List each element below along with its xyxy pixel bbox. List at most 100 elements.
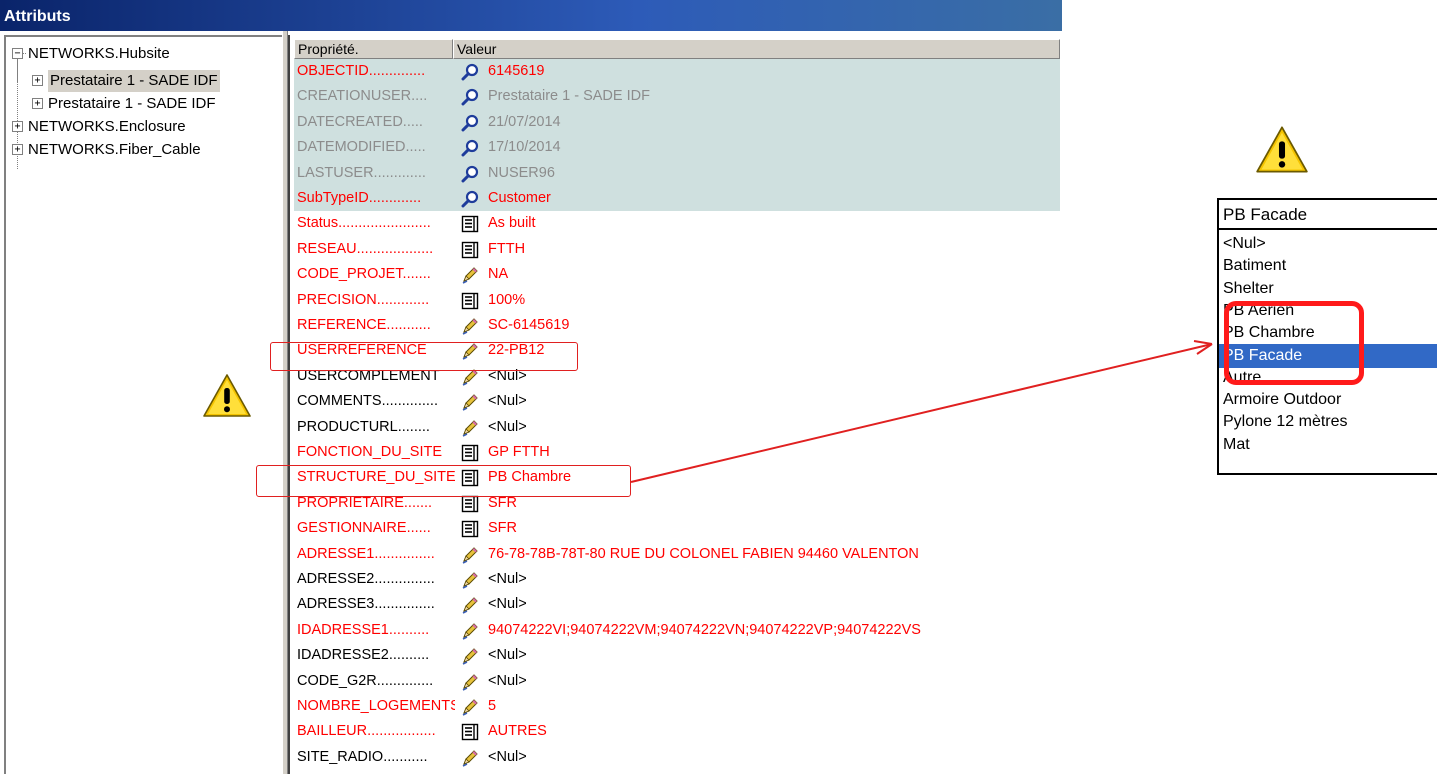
arrow-head: [1193, 340, 1213, 355]
attribute-value[interactable]: 6145619: [488, 59, 544, 84]
magnifier-icon: [461, 63, 479, 81]
attribute-name: Status.......................: [297, 215, 431, 232]
column-header-property[interactable]: Propriété.: [294, 39, 453, 59]
column-header-value[interactable]: Valeur: [453, 39, 1060, 59]
dropdown-option[interactable]: Shelter: [1219, 277, 1437, 301]
attribute-value[interactable]: AUTRES: [488, 719, 547, 744]
attribute-value[interactable]: 76-78-78B-78T-80 RUE DU COLONEL FABIEN 9…: [488, 542, 919, 567]
attribute-value[interactable]: 100%: [488, 288, 525, 313]
attribute-row[interactable]: GESTIONNAIRE...... SFR: [294, 516, 1060, 541]
dropdown-option[interactable]: Mat: [1219, 433, 1437, 457]
attribute-value[interactable]: NUSER96: [488, 161, 555, 186]
attribute-row[interactable]: SubTypeID............. Customer: [294, 186, 1060, 212]
attribute-row[interactable]: CREATIONUSER.... Prestataire 1 - SADE IDF: [294, 84, 1060, 110]
attribute-row[interactable]: CODE_PROJET....... NA: [294, 262, 1060, 287]
pencil-icon: [462, 572, 478, 589]
attribute-value[interactable]: 17/10/2014: [488, 135, 561, 160]
dropdown-option[interactable]: Pylone 12 mètres: [1219, 410, 1437, 434]
tree-line: [22, 53, 26, 54]
dropdown-current-value[interactable]: PB Facade: [1219, 200, 1437, 230]
expand-toggle-icon[interactable]: +: [32, 75, 43, 86]
attribute-row[interactable]: ADRESSE3............... <Nul>: [294, 592, 1060, 617]
attribute-value[interactable]: As built: [488, 211, 536, 236]
attribute-value[interactable]: 5: [488, 694, 496, 719]
magnifier-icon: [461, 114, 479, 132]
expand-toggle-icon[interactable]: +: [12, 144, 23, 155]
attribute-name: CREATIONUSER....: [297, 88, 428, 105]
list-icon: [461, 495, 479, 512]
attribute-row[interactable]: FONCTION_DU_SITE GP FTTH: [294, 440, 1060, 465]
attribute-value[interactable]: <Nul>: [488, 643, 527, 668]
grid-body: OBJECTID.............. 6145619 CREATIONUSE…: [294, 59, 1060, 774]
attribute-name: ADRESSE1...............: [297, 545, 435, 562]
warning-icon: [1256, 126, 1308, 173]
attribute-value[interactable]: <Nul>: [488, 567, 527, 592]
expand-toggle-icon[interactable]: +: [12, 121, 23, 132]
attribute-row[interactable]: DATEMODIFIED..... 17/10/2014: [294, 135, 1060, 161]
attribute-value[interactable]: SFR: [488, 516, 517, 541]
pencil-icon: [462, 623, 478, 640]
attribute-row[interactable]: IDADRESSE1.......... 94074222VI;94074222V…: [294, 618, 1060, 643]
expand-toggle-icon[interactable]: +: [32, 98, 43, 109]
attribute-row[interactable]: CODE_G2R.............. <Nul>: [294, 669, 1060, 694]
tree-node-label: NETWORKS.Hubsite: [28, 45, 170, 62]
pencil-icon: [462, 699, 478, 716]
attribute-value[interactable]: SC-6145619: [488, 313, 569, 338]
list-icon: [461, 444, 479, 462]
attribute-row[interactable]: RESEAU................... FTTH: [294, 237, 1060, 262]
list-icon: [461, 724, 479, 741]
attribute-row[interactable]: ADRESSE1............... 76-78-78B-78T-80 …: [294, 542, 1060, 567]
list-icon: [461, 216, 479, 233]
attribute-name: DATEMODIFIED.....: [297, 139, 426, 156]
attributes-window: Attributs − NETWORKS.Hubsite + Prestatai…: [0, 0, 1062, 774]
attribute-value[interactable]: 94074222VI;94074222VM;94074222VN;9407422…: [488, 618, 921, 643]
pencil-icon: [462, 673, 478, 691]
attribute-value[interactable]: <Nul>: [488, 389, 527, 414]
attribute-value[interactable]: Prestataire 1 - SADE IDF: [488, 84, 650, 109]
attribute-value[interactable]: NA: [488, 262, 508, 287]
attribute-value[interactable]: Customer: [488, 186, 551, 211]
pencil-icon: [462, 419, 478, 437]
attribute-row[interactable]: PRECISION............. 100%: [294, 288, 1060, 313]
window-title: Attributs: [4, 8, 71, 25]
attribute-value[interactable]: <Nul>: [488, 745, 527, 770]
highlight-userreference: [270, 342, 578, 371]
attribute-name: COMMENTS..............: [297, 393, 438, 410]
attribute-name: GESTIONNAIRE......: [297, 520, 431, 537]
attribute-value[interactable]: <Nul>: [488, 592, 527, 617]
attribute-value[interactable]: 21/07/2014: [488, 110, 561, 135]
attribute-value[interactable]: <Nul>: [488, 669, 527, 694]
attribute-row[interactable]: REFERENCE........... SC-6145619: [294, 313, 1060, 338]
warning-icon: [203, 374, 251, 417]
attribute-row[interactable]: NOMBRE_LOGEMENTS 5: [294, 694, 1060, 719]
pencil-icon: [462, 597, 478, 615]
attribute-name: IDADRESSE2..........: [297, 647, 430, 664]
attribute-value[interactable]: GP FTTH: [488, 440, 550, 465]
attribute-value[interactable]: FTTH: [488, 237, 525, 262]
attribute-row[interactable]: OBJECTID.............. 6145619: [294, 59, 1060, 85]
tree-node-label: NETWORKS.Enclosure: [28, 118, 186, 135]
attribute-row[interactable]: LASTUSER............. NUSER96: [294, 160, 1060, 186]
dropdown-option[interactable]: Batiment: [1219, 254, 1437, 278]
list-icon: [461, 520, 479, 538]
attribute-name: CODE_G2R..............: [297, 672, 434, 689]
attribute-name: REFERENCE...........: [297, 317, 431, 333]
attribute-row[interactable]: PRODUCTURL........ <Nul>: [294, 415, 1060, 440]
attribute-row[interactable]: Status....................... As built: [294, 211, 1060, 236]
attribute-name: ADRESSE3...............: [297, 596, 435, 613]
attribute-row[interactable]: DATECREATED..... 21/07/2014: [294, 109, 1060, 136]
dropdown-option[interactable]: <Nul>: [1219, 232, 1437, 256]
attribute-value[interactable]: <Nul>: [488, 415, 527, 440]
magnifier-icon: [461, 140, 479, 157]
attribute-row[interactable]: COMMENTS.............. <Nul>: [294, 389, 1060, 414]
attribute-row[interactable]: ADRESSE2............... <Nul>: [294, 567, 1060, 592]
attribute-row[interactable]: BAILLEUR................. AUTRES: [294, 719, 1060, 744]
attribute-row[interactable]: SITE_RADIO........... <Nul>: [294, 745, 1060, 770]
magnifier-icon: [461, 165, 479, 183]
window-title-bar: Attributs: [0, 0, 1062, 31]
magnifier-icon: [461, 190, 479, 208]
pencil-icon: [462, 750, 478, 767]
tree-node-label: NETWORKS.Fiber_Cable: [28, 141, 201, 158]
attribute-row[interactable]: IDADRESSE2.......... <Nul>: [294, 643, 1060, 668]
dropdown-option[interactable]: Armoire Outdoor: [1219, 388, 1437, 412]
